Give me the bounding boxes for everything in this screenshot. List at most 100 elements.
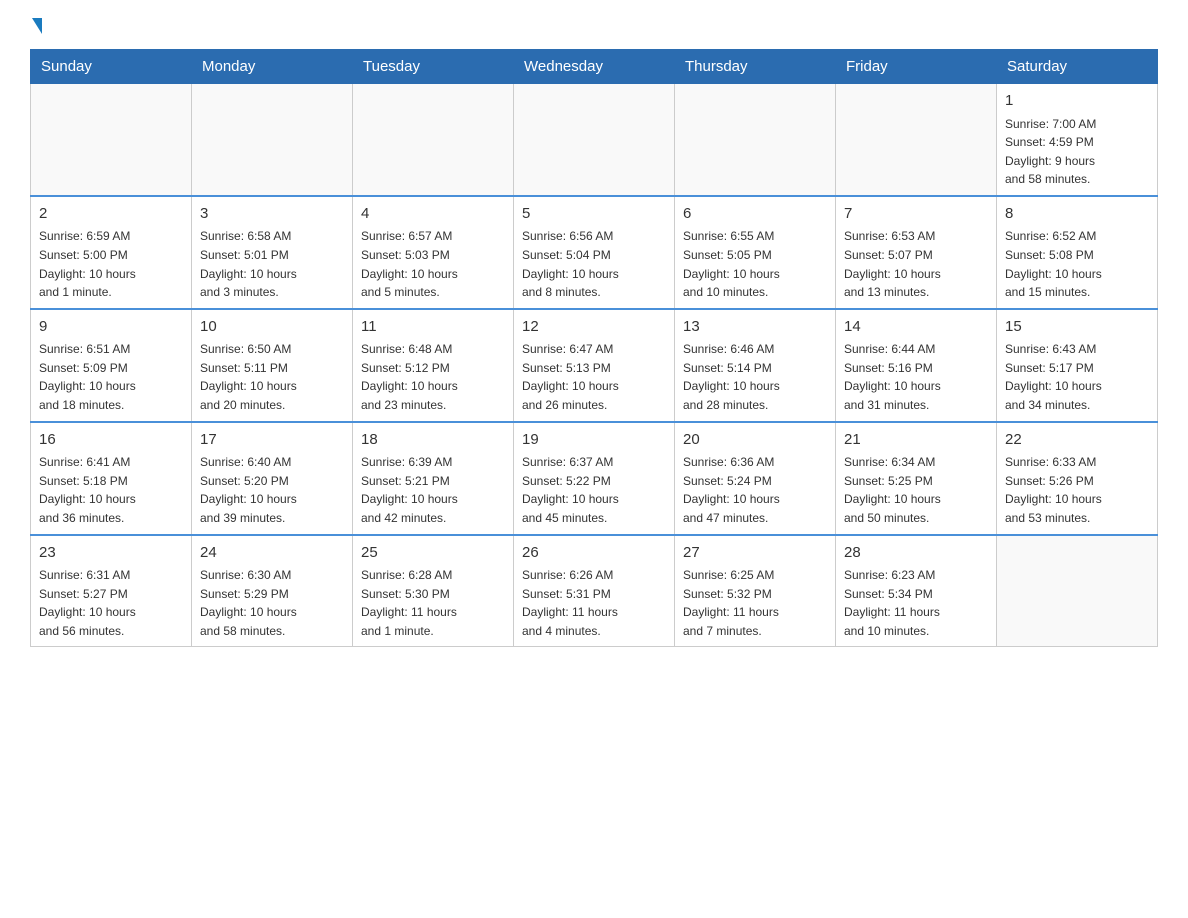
calendar-cell: 25Sunrise: 6:28 AM Sunset: 5:30 PM Dayli… xyxy=(353,535,514,647)
weekday-header-row: SundayMondayTuesdayWednesdayThursdayFrid… xyxy=(31,50,1158,84)
day-info: Sunrise: 6:31 AM Sunset: 5:27 PM Dayligh… xyxy=(39,566,183,640)
day-info: Sunrise: 6:46 AM Sunset: 5:14 PM Dayligh… xyxy=(683,340,827,414)
calendar-cell: 5Sunrise: 6:56 AM Sunset: 5:04 PM Daylig… xyxy=(514,196,675,309)
day-info: Sunrise: 6:56 AM Sunset: 5:04 PM Dayligh… xyxy=(522,227,666,301)
day-info: Sunrise: 6:43 AM Sunset: 5:17 PM Dayligh… xyxy=(1005,340,1149,414)
day-number: 17 xyxy=(200,429,344,452)
day-info: Sunrise: 6:25 AM Sunset: 5:32 PM Dayligh… xyxy=(683,566,827,640)
day-number: 18 xyxy=(361,429,505,452)
calendar-cell: 13Sunrise: 6:46 AM Sunset: 5:14 PM Dayli… xyxy=(675,309,836,422)
day-info: Sunrise: 6:58 AM Sunset: 5:01 PM Dayligh… xyxy=(200,227,344,301)
day-number: 19 xyxy=(522,429,666,452)
day-number: 2 xyxy=(39,203,183,226)
day-number: 4 xyxy=(361,203,505,226)
calendar-table: SundayMondayTuesdayWednesdayThursdayFrid… xyxy=(30,49,1158,647)
calendar-cell: 17Sunrise: 6:40 AM Sunset: 5:20 PM Dayli… xyxy=(192,422,353,535)
calendar-cell: 6Sunrise: 6:55 AM Sunset: 5:05 PM Daylig… xyxy=(675,196,836,309)
day-number: 10 xyxy=(200,316,344,339)
weekday-header-monday: Monday xyxy=(192,50,353,84)
day-number: 20 xyxy=(683,429,827,452)
calendar-cell: 22Sunrise: 6:33 AM Sunset: 5:26 PM Dayli… xyxy=(997,422,1158,535)
calendar-cell: 27Sunrise: 6:25 AM Sunset: 5:32 PM Dayli… xyxy=(675,535,836,647)
calendar-cell: 18Sunrise: 6:39 AM Sunset: 5:21 PM Dayli… xyxy=(353,422,514,535)
day-number: 13 xyxy=(683,316,827,339)
calendar-cell: 20Sunrise: 6:36 AM Sunset: 5:24 PM Dayli… xyxy=(675,422,836,535)
day-number: 11 xyxy=(361,316,505,339)
calendar-cell: 14Sunrise: 6:44 AM Sunset: 5:16 PM Dayli… xyxy=(836,309,997,422)
day-number: 8 xyxy=(1005,203,1149,226)
day-number: 3 xyxy=(200,203,344,226)
calendar-week-row: 2Sunrise: 6:59 AM Sunset: 5:00 PM Daylig… xyxy=(31,196,1158,309)
day-info: Sunrise: 7:00 AM Sunset: 4:59 PM Dayligh… xyxy=(1005,115,1149,189)
day-info: Sunrise: 6:50 AM Sunset: 5:11 PM Dayligh… xyxy=(200,340,344,414)
day-info: Sunrise: 6:23 AM Sunset: 5:34 PM Dayligh… xyxy=(844,566,988,640)
calendar-cell: 2Sunrise: 6:59 AM Sunset: 5:00 PM Daylig… xyxy=(31,196,192,309)
calendar-cell: 12Sunrise: 6:47 AM Sunset: 5:13 PM Dayli… xyxy=(514,309,675,422)
day-number: 24 xyxy=(200,542,344,565)
day-info: Sunrise: 6:26 AM Sunset: 5:31 PM Dayligh… xyxy=(522,566,666,640)
day-number: 21 xyxy=(844,429,988,452)
calendar-cell: 16Sunrise: 6:41 AM Sunset: 5:18 PM Dayli… xyxy=(31,422,192,535)
day-number: 22 xyxy=(1005,429,1149,452)
day-number: 9 xyxy=(39,316,183,339)
day-info: Sunrise: 6:37 AM Sunset: 5:22 PM Dayligh… xyxy=(522,453,666,527)
day-info: Sunrise: 6:44 AM Sunset: 5:16 PM Dayligh… xyxy=(844,340,988,414)
calendar-week-row: 16Sunrise: 6:41 AM Sunset: 5:18 PM Dayli… xyxy=(31,422,1158,535)
day-number: 23 xyxy=(39,542,183,565)
calendar-cell: 1Sunrise: 7:00 AM Sunset: 4:59 PM Daylig… xyxy=(997,84,1158,196)
weekday-header-thursday: Thursday xyxy=(675,50,836,84)
calendar-cell xyxy=(836,84,997,196)
day-info: Sunrise: 6:48 AM Sunset: 5:12 PM Dayligh… xyxy=(361,340,505,414)
day-number: 6 xyxy=(683,203,827,226)
calendar-cell xyxy=(675,84,836,196)
day-info: Sunrise: 6:39 AM Sunset: 5:21 PM Dayligh… xyxy=(361,453,505,527)
day-number: 28 xyxy=(844,542,988,565)
page-header xyxy=(30,20,1158,34)
weekday-header-tuesday: Tuesday xyxy=(353,50,514,84)
calendar-cell: 8Sunrise: 6:52 AM Sunset: 5:08 PM Daylig… xyxy=(997,196,1158,309)
calendar-cell xyxy=(31,84,192,196)
calendar-cell xyxy=(514,84,675,196)
calendar-cell: 15Sunrise: 6:43 AM Sunset: 5:17 PM Dayli… xyxy=(997,309,1158,422)
calendar-cell: 24Sunrise: 6:30 AM Sunset: 5:29 PM Dayli… xyxy=(192,535,353,647)
day-info: Sunrise: 6:34 AM Sunset: 5:25 PM Dayligh… xyxy=(844,453,988,527)
logo-triangle-icon xyxy=(32,18,42,34)
weekday-header-saturday: Saturday xyxy=(997,50,1158,84)
day-info: Sunrise: 6:36 AM Sunset: 5:24 PM Dayligh… xyxy=(683,453,827,527)
day-number: 15 xyxy=(1005,316,1149,339)
calendar-cell xyxy=(997,535,1158,647)
day-info: Sunrise: 6:59 AM Sunset: 5:00 PM Dayligh… xyxy=(39,227,183,301)
calendar-cell: 7Sunrise: 6:53 AM Sunset: 5:07 PM Daylig… xyxy=(836,196,997,309)
calendar-week-row: 1Sunrise: 7:00 AM Sunset: 4:59 PM Daylig… xyxy=(31,84,1158,196)
calendar-cell: 23Sunrise: 6:31 AM Sunset: 5:27 PM Dayli… xyxy=(31,535,192,647)
day-number: 26 xyxy=(522,542,666,565)
day-info: Sunrise: 6:53 AM Sunset: 5:07 PM Dayligh… xyxy=(844,227,988,301)
weekday-header-sunday: Sunday xyxy=(31,50,192,84)
day-info: Sunrise: 6:47 AM Sunset: 5:13 PM Dayligh… xyxy=(522,340,666,414)
day-info: Sunrise: 6:55 AM Sunset: 5:05 PM Dayligh… xyxy=(683,227,827,301)
weekday-header-wednesday: Wednesday xyxy=(514,50,675,84)
day-number: 16 xyxy=(39,429,183,452)
calendar-cell xyxy=(192,84,353,196)
day-info: Sunrise: 6:51 AM Sunset: 5:09 PM Dayligh… xyxy=(39,340,183,414)
day-info: Sunrise: 6:52 AM Sunset: 5:08 PM Dayligh… xyxy=(1005,227,1149,301)
weekday-header-friday: Friday xyxy=(836,50,997,84)
calendar-cell xyxy=(353,84,514,196)
day-number: 5 xyxy=(522,203,666,226)
logo xyxy=(30,20,42,34)
calendar-cell: 4Sunrise: 6:57 AM Sunset: 5:03 PM Daylig… xyxy=(353,196,514,309)
day-info: Sunrise: 6:40 AM Sunset: 5:20 PM Dayligh… xyxy=(200,453,344,527)
day-number: 1 xyxy=(1005,90,1149,113)
day-number: 14 xyxy=(844,316,988,339)
day-number: 25 xyxy=(361,542,505,565)
day-number: 7 xyxy=(844,203,988,226)
calendar-cell: 26Sunrise: 6:26 AM Sunset: 5:31 PM Dayli… xyxy=(514,535,675,647)
calendar-cell: 28Sunrise: 6:23 AM Sunset: 5:34 PM Dayli… xyxy=(836,535,997,647)
calendar-week-row: 9Sunrise: 6:51 AM Sunset: 5:09 PM Daylig… xyxy=(31,309,1158,422)
calendar-week-row: 23Sunrise: 6:31 AM Sunset: 5:27 PM Dayli… xyxy=(31,535,1158,647)
day-info: Sunrise: 6:57 AM Sunset: 5:03 PM Dayligh… xyxy=(361,227,505,301)
calendar-cell: 9Sunrise: 6:51 AM Sunset: 5:09 PM Daylig… xyxy=(31,309,192,422)
day-info: Sunrise: 6:41 AM Sunset: 5:18 PM Dayligh… xyxy=(39,453,183,527)
calendar-cell: 10Sunrise: 6:50 AM Sunset: 5:11 PM Dayli… xyxy=(192,309,353,422)
day-number: 27 xyxy=(683,542,827,565)
